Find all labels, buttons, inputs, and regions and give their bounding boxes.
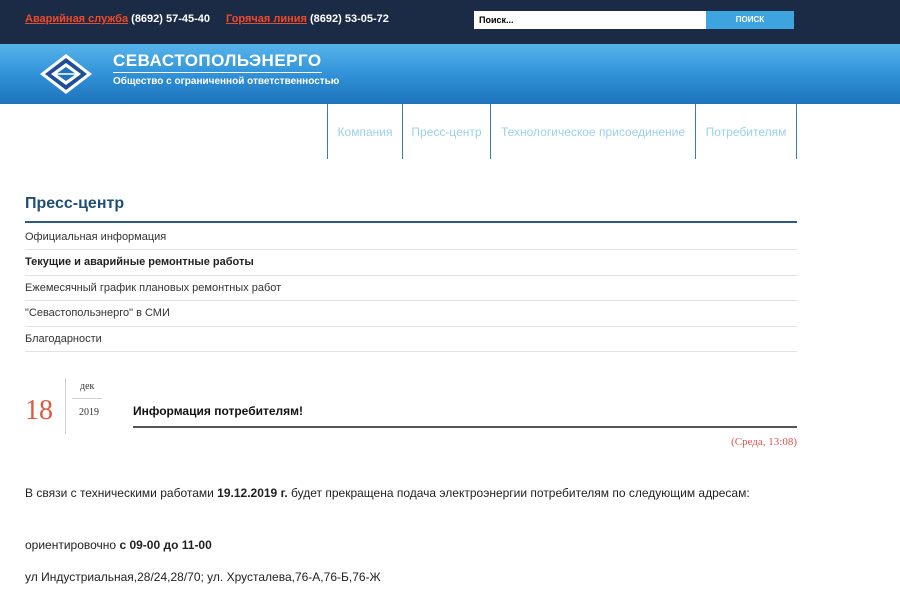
emergency-service-link[interactable]: Аварийная служба: [25, 13, 128, 25]
hotline-link[interactable]: Горячая линия: [226, 13, 307, 25]
news-paragraph-2: ориентировочно с 09-00 до 11-00: [25, 536, 797, 554]
nav-item-press-center[interactable]: Пресс-центр: [402, 104, 490, 159]
news-timestamp: (Среда, 13:08): [731, 436, 797, 448]
p2-text-before: ориентировочно: [25, 538, 120, 552]
date-divider: [65, 378, 66, 434]
emergency-contact: Аварийная служба (8692) 57-45-40: [25, 13, 210, 25]
news-paragraph-3: ул Индустриальная,28/24,28/70; ул. Хруст…: [25, 570, 381, 584]
submenu-item-media[interactable]: "Севастопольэнерго" в СМИ: [25, 301, 797, 327]
p1-date: 19.12.2019 г.: [217, 486, 288, 500]
hotline-contact: Горячая линия (8692) 53-05-72: [226, 13, 389, 25]
news-date-month: дек: [80, 381, 95, 392]
header-banner: СЕВАСТОПОЛЬЭНЕРГО Общество с ограниченно…: [0, 44, 900, 104]
hotline-phone: (8692) 53-05-72: [310, 13, 389, 25]
press-center-submenu: Официальная информация Текущие и аварийн…: [25, 225, 797, 352]
news-title: Информация потребителям!: [133, 404, 304, 418]
top-bar: Аварийная служба (8692) 57-45-40 Горячая…: [0, 0, 900, 44]
nav-item-consumers[interactable]: Потребителям: [695, 104, 797, 159]
p1-text-after: будет прекращена подача электроэнергии п…: [287, 486, 750, 500]
news-paragraph-1: В связи с техническими работами 19.12.20…: [25, 484, 797, 502]
brand-subtitle: Общество с ограниченной ответственностью: [113, 76, 340, 87]
title-divider: [25, 221, 797, 223]
search-form: ПОИСК: [474, 11, 794, 29]
diamond-logo-icon[interactable]: [38, 52, 94, 96]
main-nav: Компания Пресс-центр Технологическое при…: [327, 104, 797, 159]
submenu-item-monthly-schedule[interactable]: Ежемесячный график плановых ремонтных ра…: [25, 276, 797, 302]
search-button[interactable]: ПОИСК: [706, 11, 794, 29]
submenu-item-repair-works[interactable]: Текущие и аварийные ремонтные работы: [25, 250, 797, 276]
news-date-day: 18: [25, 395, 53, 426]
brand: СЕВАСТОПОЛЬЭНЕРГО Общество с ограниченно…: [113, 51, 339, 87]
page-title: Пресс-центр: [25, 195, 125, 212]
nav-item-company[interactable]: Компания: [327, 104, 402, 159]
month-divider: [72, 398, 102, 399]
p2-time-range: с 09-00 до 11-00: [119, 538, 212, 552]
submenu-item-official-info[interactable]: Официальная информация: [25, 225, 797, 251]
p1-text-before: В связи с техническими работами: [25, 486, 218, 500]
news-date-year: 2019: [79, 407, 99, 418]
nav-item-tech-connection[interactable]: Технологическое присоединение: [490, 104, 695, 159]
emergency-phone: (8692) 57-45-40: [131, 13, 211, 25]
search-input[interactable]: [474, 11, 706, 29]
brand-name[interactable]: СЕВАСТОПОЛЬЭНЕРГО: [113, 51, 322, 73]
submenu-item-gratitude[interactable]: Благодарности: [25, 327, 797, 352]
news-title-divider: [133, 426, 797, 428]
